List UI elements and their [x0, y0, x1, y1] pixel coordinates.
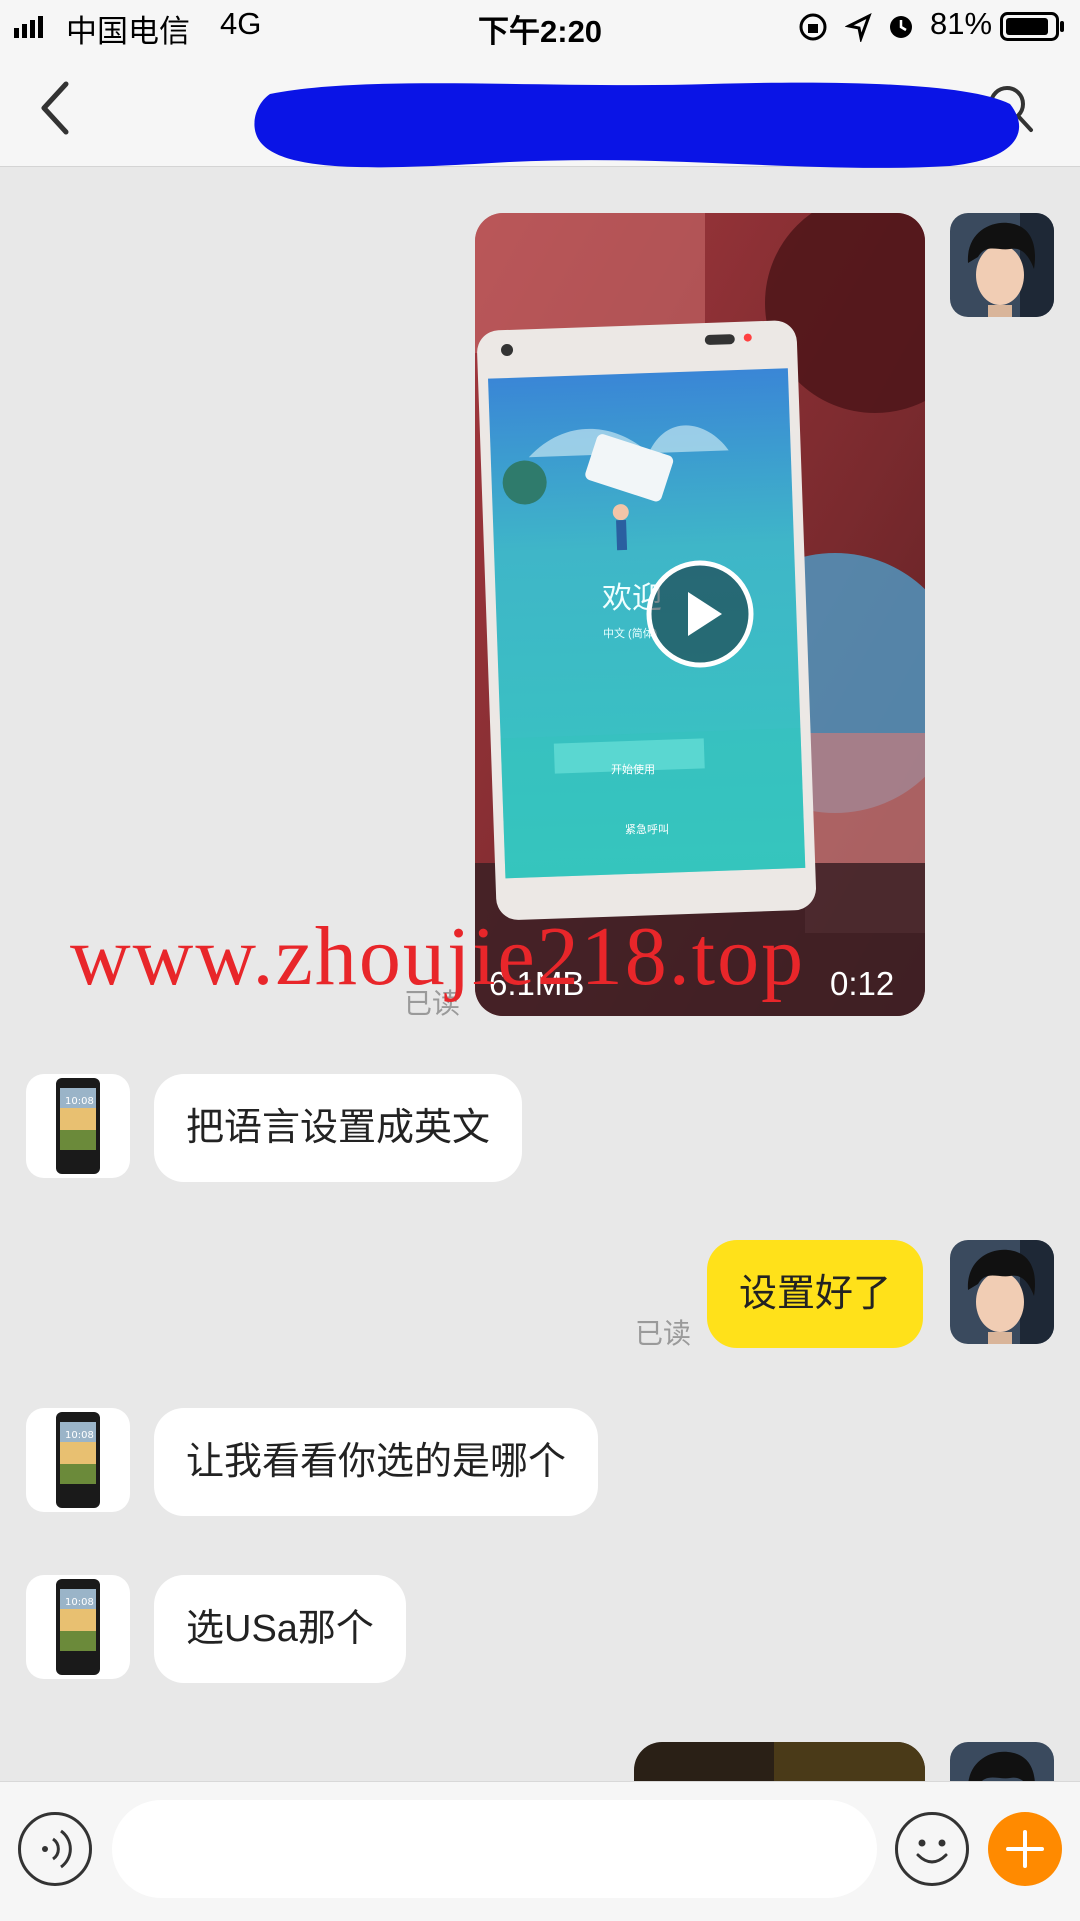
message-bubble-out[interactable]: 设置好了 — [707, 1240, 924, 1348]
emoji-button[interactable] — [895, 1812, 969, 1886]
avatar-contact[interactable]: 10:08 — [26, 1074, 130, 1178]
nav-bar — [0, 52, 1080, 168]
video-emergency-text: 紧急呼叫 — [625, 824, 669, 836]
location-icon — [845, 12, 872, 42]
video-duration: 0:12 — [830, 965, 895, 1002]
network-label: 4G — [220, 6, 262, 41]
emoji-icon — [916, 1839, 948, 1864]
status-bar: 中国电信 4G 下午2:20 81% — [0, 0, 1080, 52]
svg-text:10:08: 10:08 — [65, 1597, 94, 1608]
voice-icon — [42, 1829, 72, 1869]
read-receipt: 已读 — [635, 1318, 692, 1349]
video-message[interactable]: 欢迎 中文 (简体) 开始使用 紧急呼叫 6.1MB 0:12 — [475, 213, 925, 1016]
back-icon[interactable] — [28, 76, 84, 140]
play-icon[interactable] — [646, 560, 754, 668]
battery-label: 81% — [930, 6, 993, 41]
redacted-title — [254, 82, 1020, 168]
alarm-icon — [890, 16, 912, 38]
svg-text:10:08: 10:08 — [65, 1430, 94, 1441]
input-bar — [0, 1781, 1080, 1921]
video-start-text: 开始使用 — [611, 764, 655, 776]
avatar-self[interactable] — [950, 1742, 1054, 1781]
message-bubble-in[interactable]: 让我看看你选的是哪个 — [154, 1408, 599, 1516]
message-bubble-in[interactable]: 选USa那个 — [154, 1575, 406, 1683]
watermark: www.zhoujie218.top — [70, 910, 806, 1003]
message-input[interactable] — [112, 1800, 877, 1898]
avatar-contact[interactable]: 10:08 — [26, 1575, 130, 1679]
lock-rotation-icon — [799, 13, 827, 41]
signal-icon — [14, 16, 43, 38]
carrier-label: 中国电信 — [66, 14, 190, 49]
plus-icon — [1006, 1830, 1044, 1868]
clock: 下午2:20 — [478, 14, 603, 49]
avatar-self[interactable] — [950, 1240, 1054, 1344]
avatar-self[interactable] — [950, 213, 1054, 317]
video-message-partial[interactable] — [634, 1742, 925, 1781]
message-bubble-in[interactable]: 把语言设置成英文 — [154, 1074, 523, 1182]
voice-button[interactable] — [18, 1812, 92, 1886]
battery-icon — [1000, 12, 1064, 41]
plus-button[interactable] — [988, 1812, 1062, 1886]
avatar-contact[interactable]: 10:08 — [26, 1408, 130, 1512]
svg-text:10:08: 10:08 — [65, 1096, 94, 1107]
